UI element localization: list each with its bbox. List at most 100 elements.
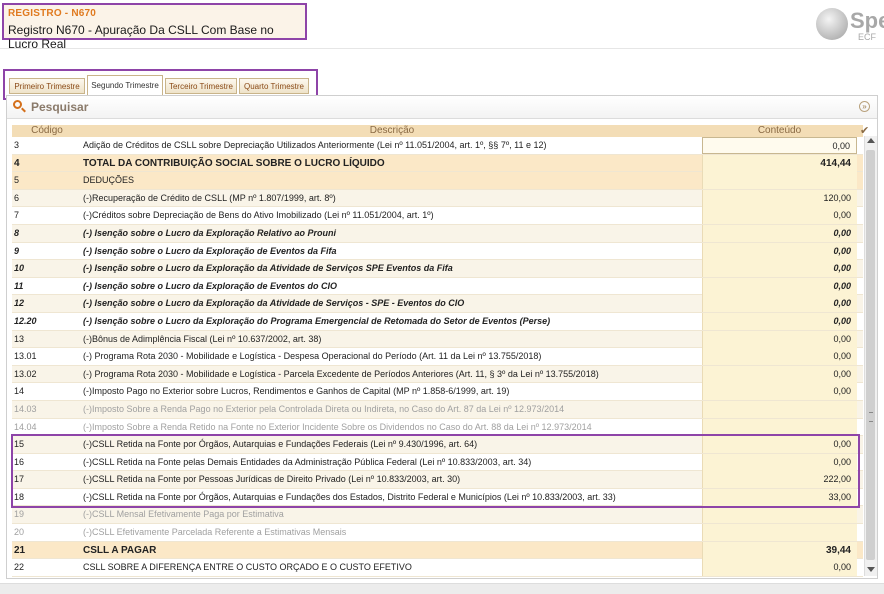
cell-value-input[interactable] <box>702 418 857 436</box>
cell-code: 9 <box>14 245 20 256</box>
search-icon[interactable] <box>13 100 22 109</box>
cell-value-input[interactable]: 33,00 <box>702 488 857 506</box>
cell-value-input[interactable] <box>702 172 857 190</box>
cell-value-input[interactable]: 0,00 <box>702 242 857 260</box>
scroll-down-icon[interactable] <box>867 567 875 572</box>
table-row[interactable]: 9 (-) Isenção sobre o Lucro da Exploração… <box>12 242 863 261</box>
table-row[interactable]: 13.02 (-) Programa Rota 2030 - Mobilidade… <box>12 365 863 384</box>
column-header-value[interactable]: Conteúdo <box>702 125 857 137</box>
cell-value-input[interactable]: 0,00 <box>702 383 857 401</box>
table-row[interactable]: 14 (-)Imposto Pago no Exterior sobre Lucr… <box>12 383 863 401</box>
cell-description: (-)Recuperação de Crédito de CSLL (MP nº… <box>83 192 336 203</box>
cell-description: (-) Isenção sobre o Lucro da Exploração … <box>83 298 465 309</box>
table-row[interactable]: 21 CSLL A PAGAR 39,44 <box>12 541 863 560</box>
table-row[interactable]: 11 (-) Isenção sobre o Lucro da Exploraçã… <box>12 277 863 296</box>
cell-value-input[interactable]: 0,00 <box>702 277 857 295</box>
table-row[interactable]: 5 DEDUÇÕES <box>12 172 863 190</box>
cell-value-input[interactable]: 0,00 <box>702 436 857 454</box>
cell-description: (-)Créditos sobre Depreciação de Bens do… <box>83 210 434 221</box>
cell-description: TOTAL DA CONTRIBUIÇÃO SOCIAL SOBRE O LUC… <box>83 157 385 169</box>
chevron-down-icon[interactable]: » <box>859 101 870 112</box>
table-row[interactable]: 14.03 (-)Imposto Sobre a Renda Pago no Ex… <box>12 400 863 419</box>
cell-value-input[interactable]: 414,44 <box>702 154 857 172</box>
cell-code: 14.04 <box>14 421 37 432</box>
cell-code: 5 <box>14 175 20 186</box>
cell-value-input[interactable]: 0,00 <box>702 137 857 154</box>
cell-value-input[interactable]: 0,00 <box>702 365 857 383</box>
table-row[interactable]: 4 TOTAL DA CONTRIBUIÇÃO SOCIAL SOBRE O LU… <box>12 154 863 173</box>
cell-description: (-)CSLL Mensal Efetivamente Paga por Est… <box>83 509 284 520</box>
cell-value-input[interactable]: 0,00 <box>702 348 857 366</box>
table-body: 3 Adição de Créditos de CSLL sobre Deprec… <box>12 137 863 577</box>
cell-value-input[interactable]: 0,00 <box>702 295 857 313</box>
cell-description: (-) Isenção sobre o Lucro da Exploração … <box>83 263 453 274</box>
cell-value-input[interactable]: 0,00 <box>702 260 857 278</box>
cell-value-input[interactable] <box>702 506 857 524</box>
cell-description: CSLL A PAGAR <box>83 544 157 556</box>
tab-terceiro-trimestre[interactable]: Terceiro Trimestre <box>165 78 237 94</box>
table-row[interactable]: 8 (-) Isenção sobre o Lucro da Exploração… <box>12 224 863 243</box>
cell-code: 17 <box>14 474 25 485</box>
cell-description: (-)CSLL Efetivamente Parcelada Referente… <box>83 527 347 538</box>
cell-description: Adição de Créditos de CSLL sobre Depreci… <box>83 140 547 150</box>
cell-code: 13.01 <box>14 351 37 362</box>
table-row[interactable]: 16 (-)CSLL Retida na Fonte pelas Demais E… <box>12 453 863 472</box>
scroll-up-icon[interactable] <box>867 138 875 143</box>
cell-code: 3 <box>14 140 20 150</box>
cell-value-input[interactable]: 0,00 <box>702 453 857 471</box>
cell-code: 15 <box>14 439 25 450</box>
cell-code: 16 <box>14 456 25 467</box>
cell-description: (-) Isenção sobre o Lucro da Exploração … <box>83 245 337 256</box>
cell-value-input[interactable]: 0,00 <box>702 224 857 242</box>
cell-code: 20 <box>14 527 25 538</box>
cell-value-input[interactable]: 120,00 <box>702 189 857 207</box>
table-row[interactable]: 18 (-)CSLL Retida na Fonte por Órgãos, Au… <box>12 488 863 507</box>
cell-description: (-)CSLL Retida na Fonte por Órgãos, Auta… <box>83 439 478 450</box>
cell-value-input[interactable]: 39,44 <box>702 541 857 559</box>
table-row[interactable]: 14.04 (-)Imposto Sobre a Renda Retido na … <box>12 418 863 437</box>
logo-text: Spe <box>850 8 884 33</box>
tab-quarto-trimestre[interactable]: Quarto Trimestre <box>239 78 309 94</box>
table-row[interactable]: 22 CSLL SOBRE A DIFERENÇA ENTRE O CUSTO O… <box>12 559 863 577</box>
table-row[interactable]: 3 Adição de Créditos de CSLL sobre Deprec… <box>12 137 863 155</box>
column-header-description[interactable]: Descrição <box>83 125 701 137</box>
cell-code: 21 <box>14 544 26 556</box>
column-header-code[interactable]: Código <box>12 125 82 137</box>
table-row[interactable]: 13 (-)Bônus de Adimplência Fiscal (Lei nº… <box>12 330 863 349</box>
cell-description: (-)CSLL Retida na Fonte por Órgãos, Auta… <box>83 491 616 502</box>
table-row[interactable]: 6 (-)Recuperação de Crédito de CSLL (MP n… <box>12 189 863 208</box>
cell-value-input[interactable] <box>702 400 857 418</box>
table-row[interactable]: 10 (-) Isenção sobre o Lucro da Exploraçã… <box>12 260 863 278</box>
grip-icon <box>869 412 873 422</box>
table-row[interactable]: 17 (-)CSLL Retida na Fonte por Pessoas Ju… <box>12 471 863 489</box>
table-row[interactable]: 7 (-)Créditos sobre Depreciação de Bens d… <box>12 207 863 225</box>
logo-subtext: ECF <box>858 32 876 42</box>
cell-code: 10 <box>14 263 25 274</box>
cell-value-input[interactable]: 0,00 <box>702 312 857 330</box>
cell-description: (-)Imposto Sobre a Renda Pago no Exterio… <box>83 403 565 414</box>
tab-primeiro-trimestre[interactable]: Primeiro Trimestre <box>9 78 85 94</box>
table-row[interactable]: 15 (-)CSLL Retida na Fonte por Órgãos, Au… <box>12 436 863 454</box>
vertical-scrollbar[interactable] <box>864 136 877 576</box>
table-row[interactable]: 12 (-) Isenção sobre o Lucro da Exploraçã… <box>12 295 863 313</box>
search-bar[interactable]: Pesquisar » <box>7 96 877 119</box>
cell-description: (-) Programa Rota 2030 - Mobilidade e Lo… <box>83 368 599 379</box>
table-row[interactable]: 20 (-)CSLL Efetivamente Parcelada Referen… <box>12 524 863 542</box>
cell-value-input[interactable]: 0,00 <box>702 207 857 225</box>
tab-segundo-trimestre[interactable]: Segundo Trimestre <box>87 75 163 95</box>
cell-code: 12.20 <box>14 315 37 326</box>
scroll-thumb[interactable] <box>866 150 875 560</box>
cell-value-input[interactable] <box>702 524 857 542</box>
cell-value-input[interactable]: 0,00 <box>702 330 857 348</box>
table-header: Código Descrição Conteúdo ✔ <box>12 125 869 137</box>
search-label[interactable]: Pesquisar <box>31 100 88 114</box>
table-row[interactable]: 19 (-)CSLL Mensal Efetivamente Paga por E… <box>12 506 863 525</box>
register-info-box: REGISTRO - N670 Registro N670 - Apuração… <box>2 3 307 51</box>
cell-value-input[interactable]: 0,00 <box>702 559 857 577</box>
app-header: REGISTRO - N670 Registro N670 - Apuração… <box>0 0 884 51</box>
cell-description: (-)Bônus de Adimplência Fiscal (Lei nº 1… <box>83 333 322 344</box>
cell-description: (-)CSLL Retida na Fonte pelas Demais Ent… <box>83 456 532 467</box>
table-row[interactable]: 13.01 (-) Programa Rota 2030 - Mobilidade… <box>12 348 863 366</box>
cell-value-input[interactable]: 222,00 <box>702 471 857 489</box>
table-row[interactable]: 12.20 (-) Isenção sobre o Lucro da Explor… <box>12 312 863 331</box>
